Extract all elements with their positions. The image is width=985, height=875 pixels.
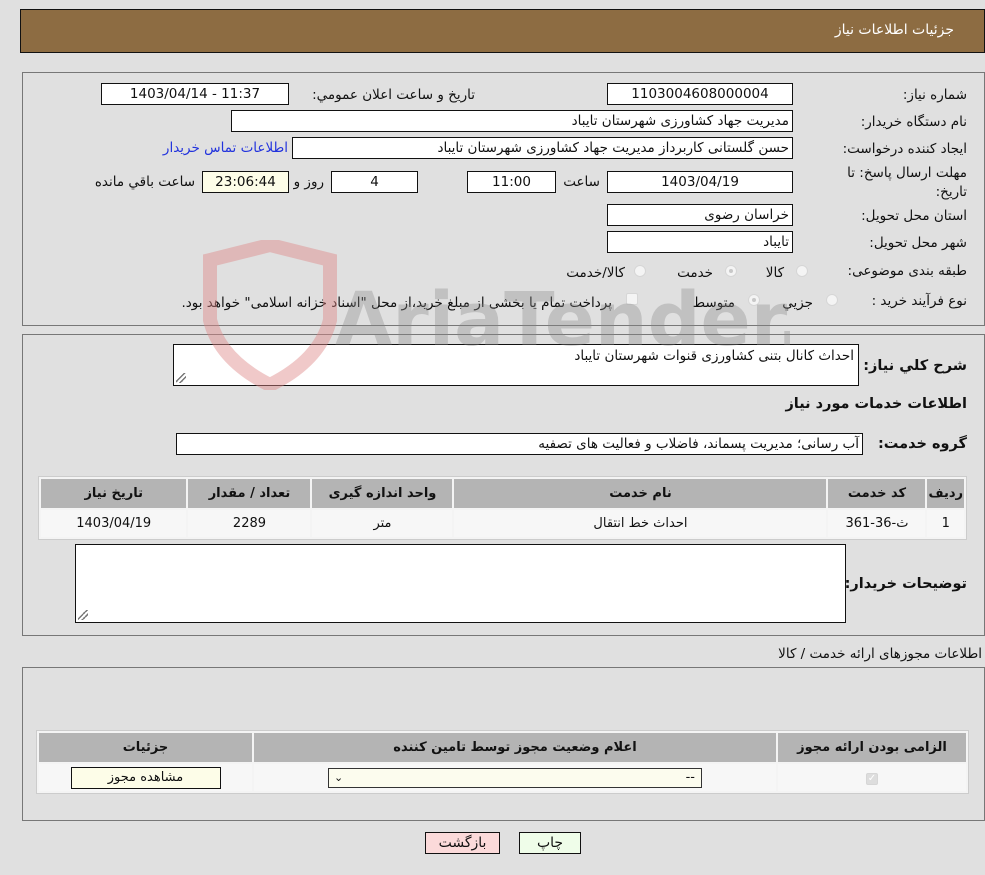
col-permit-details: جزئیات	[39, 733, 252, 762]
cell-quantity: 2289	[188, 510, 311, 537]
buyer-org-field: مدیریت جهاد کشاورزی شهرستان تایباد	[231, 110, 793, 132]
need-number-label: شماره نیاز:	[902, 87, 967, 103]
days-field: 4	[331, 171, 418, 193]
city-label: شهر محل تحویل:	[869, 235, 967, 251]
deadline-label: مهلت ارسال پاسخ: تا تاریخ:	[847, 165, 967, 200]
cell-service-name: احداث خط انتقال	[454, 510, 827, 537]
category-radio-service[interactable]	[725, 265, 737, 277]
back-button[interactable]: بازگشت	[425, 832, 500, 854]
process-radio-minor[interactable]	[826, 294, 838, 306]
process-medium-label: متوسط	[692, 295, 735, 311]
buyer-notes-textarea[interactable]	[75, 544, 846, 623]
cell-need-date: 1403/04/19	[41, 510, 187, 537]
col-service-name: نام خدمت	[454, 479, 827, 508]
province-field: خراسان رضوی	[607, 204, 793, 226]
cell-permit-required: ✓	[778, 764, 966, 791]
col-service-code: کد خدمت	[828, 479, 926, 508]
col-permit-required: الزامی بودن ارائه مجوز	[778, 733, 966, 762]
permits-heading: اطلاعات مجوزهای ارائه خدمت / کالا	[778, 646, 982, 662]
table-row: ✓ -- ⌄ مشاهده مجوز	[39, 764, 966, 791]
category-radio-goods-service[interactable]	[634, 265, 646, 277]
resize-grip-icon[interactable]	[78, 610, 88, 620]
col-quantity: تعداد / مقدار	[188, 479, 311, 508]
creator-label: ایجاد کننده درخواست:	[842, 141, 967, 157]
city-field: تایباد	[607, 231, 793, 253]
process-radio-medium[interactable]	[748, 294, 760, 306]
service-group-field: آب رسانی؛ مدیریت پسماند، فاضلاب و فعالیت…	[176, 433, 863, 455]
col-permit-status: اعلام وضعیت مجوز توسط تامین کننده	[254, 733, 776, 762]
cell-service-code: ث-36-361	[828, 510, 926, 537]
permits-table-header: الزامی بودن ارائه مجوز اعلام وضعیت مجوز …	[39, 733, 966, 762]
buyer-org-label: نام دستگاه خریدار:	[860, 114, 967, 130]
creator-field: حسن گلستانی کاربرداز مدیریت جهاد کشاورزی…	[292, 137, 793, 159]
treasury-note: پرداخت تمام یا بخشی از مبلغ خرید،از محل …	[181, 295, 612, 311]
description-label: شرح کلي نیاز:	[863, 358, 967, 374]
days-label: روز و	[293, 174, 324, 190]
remaining-label: ساعت باقي مانده	[94, 174, 195, 190]
permit-status-value: --	[685, 769, 695, 785]
chevron-down-icon: ⌄	[334, 770, 344, 784]
deadline-time-field: 11:00	[467, 171, 556, 193]
process-minor-label: جزيي	[782, 295, 813, 311]
buyer-contact-link[interactable]: اطلاعات تماس خریدار	[163, 140, 288, 156]
cell-row-number: 1	[927, 510, 964, 537]
view-permit-button[interactable]: مشاهده مجوز	[70, 766, 221, 789]
permit-required-checkbox[interactable]: ✓	[866, 773, 878, 785]
deadline-time-label: ساعت	[563, 174, 600, 190]
permit-status-select[interactable]: -- ⌄	[328, 767, 702, 788]
services-table-header: ردیف کد خدمت نام خدمت واحد اندازه گیری ت…	[41, 479, 964, 508]
deadline-date-field: 1403/04/19	[607, 171, 793, 193]
services-heading: اطلاعات خدمات مورد نیاز	[785, 396, 967, 412]
province-label: استان محل تحویل:	[861, 208, 967, 224]
buyer-notes-label: توضیحات خریدار:	[844, 576, 967, 592]
cell-unit: متر	[312, 510, 453, 537]
process-label: نوع فرآیند خرید :	[871, 293, 967, 309]
category-goods-service-label: کالا/خدمت	[566, 265, 625, 281]
permits-table: الزامی بودن ارائه مجوز اعلام وضعیت مجوز …	[36, 730, 969, 794]
col-need-date: تاریخ نیاز	[41, 479, 187, 508]
cell-permit-details: مشاهده مجوز	[39, 764, 252, 791]
services-table: ردیف کد خدمت نام خدمت واحد اندازه گیری ت…	[38, 476, 967, 540]
category-label: طبقه بندی موضوعی:	[847, 263, 967, 279]
description-textarea[interactable]: احداث کانال بتنی کشاورزی قنوات شهرستان ت…	[173, 344, 859, 386]
category-goods-label: کالا	[765, 265, 784, 281]
announce-label: تاریخ و ساعت اعلان عمومي:	[312, 87, 475, 103]
need-number-field: 1103004608000004	[607, 83, 793, 105]
col-unit: واحد اندازه گیری	[312, 479, 453, 508]
treasury-checkbox[interactable]	[626, 293, 638, 305]
category-radio-goods[interactable]	[796, 265, 808, 277]
service-group-label: گروه خدمت:	[877, 436, 967, 452]
page-title: جزئیات اطلاعات نیاز	[834, 22, 954, 38]
print-button[interactable]: چاپ	[519, 832, 581, 854]
remaining-time-field: 23:06:44	[202, 171, 289, 193]
cell-permit-status: -- ⌄	[254, 764, 776, 791]
announce-datetime-field: 1403/04/14 - 11:37	[101, 83, 289, 105]
col-row-number: ردیف	[927, 479, 964, 508]
resize-grip-icon[interactable]	[176, 373, 186, 383]
category-service-label: خدمت	[677, 265, 713, 281]
description-text: احداث کانال بتنی کشاورزی قنوات شهرستان ت…	[574, 348, 854, 364]
page-header: جزئیات اطلاعات نیاز	[20, 9, 985, 53]
table-row: 1 ث-36-361 احداث خط انتقال متر 2289 1403…	[41, 510, 964, 537]
